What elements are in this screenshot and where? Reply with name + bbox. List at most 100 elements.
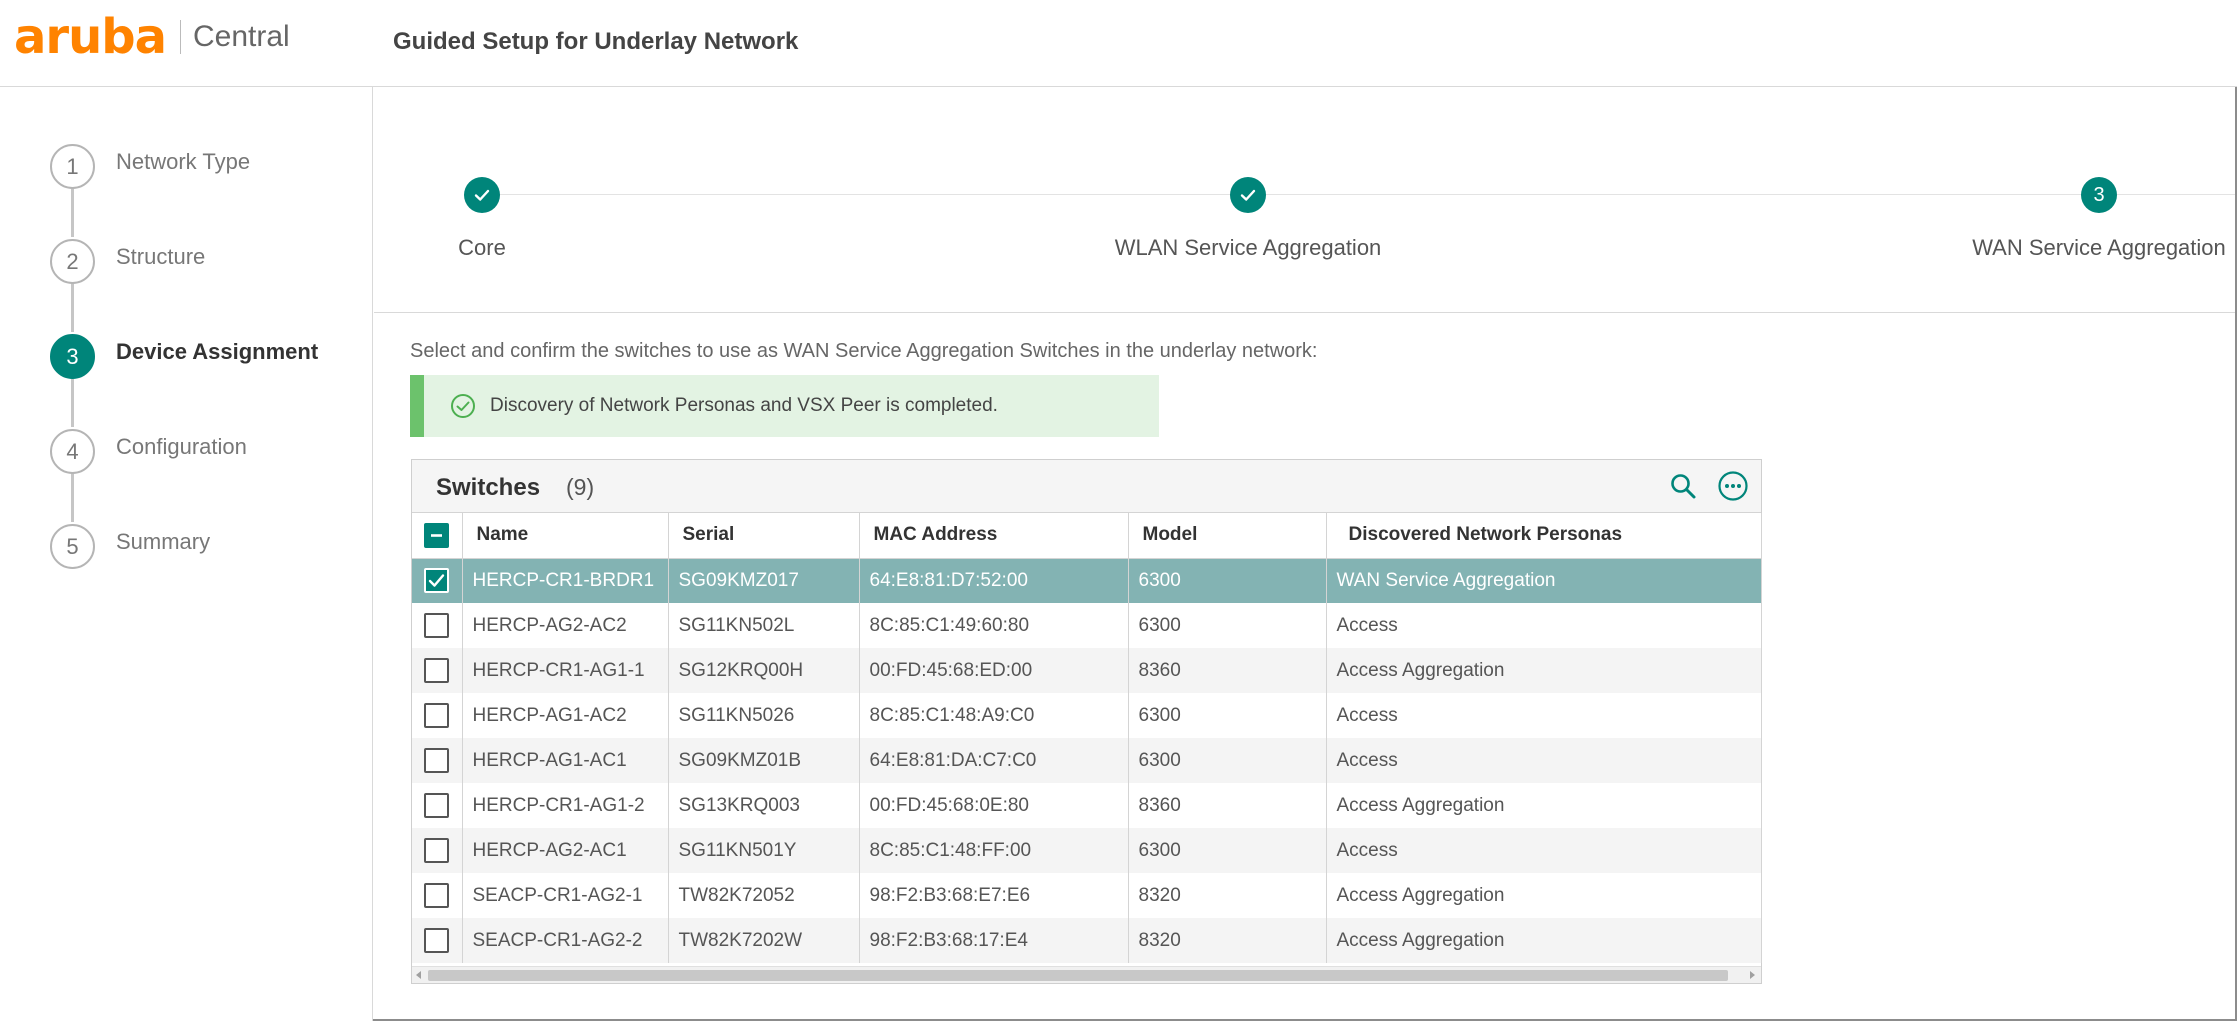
row-select-cell[interactable] bbox=[412, 738, 463, 783]
column-header-name[interactable]: Name bbox=[462, 513, 669, 559]
cell-serial: TW82K7202W bbox=[668, 918, 860, 963]
step-network-type[interactable]: 1 Network Type bbox=[50, 144, 250, 189]
progress-step-number: 3 bbox=[2081, 177, 2117, 213]
cell-serial: SG11KN502L bbox=[668, 603, 860, 648]
scroll-right-icon[interactable] bbox=[1750, 971, 1755, 979]
cell-serial: SG12KRQ00H bbox=[668, 648, 860, 693]
step-label: Structure bbox=[116, 243, 206, 269]
select-all-checkbox[interactable] bbox=[424, 522, 450, 548]
step-number: 5 bbox=[50, 524, 95, 569]
cell-persona: Access Aggregation bbox=[1326, 918, 1762, 963]
progress-label-core: Core bbox=[458, 235, 506, 260]
alert-message: Discovery of Network Personas and VSX Pe… bbox=[490, 395, 998, 416]
progress-line bbox=[484, 194, 2235, 195]
cell-model: 6300 bbox=[1128, 603, 1327, 648]
more-options-icon[interactable] bbox=[1717, 470, 1749, 502]
step-label: Device Assignment bbox=[116, 338, 319, 364]
cell-serial: TW82K72052 bbox=[668, 873, 860, 918]
step-device-assignment[interactable]: 3 Device Assignment bbox=[50, 334, 318, 379]
table-row[interactable]: HERCP-AG2-AC1 SG11KN501Y 8C:85:C1:48:FF:… bbox=[412, 828, 1762, 873]
cell-model: 8320 bbox=[1128, 873, 1327, 918]
switches-table-card: Switches (9) Name Serial MAC Address Mod… bbox=[411, 459, 1762, 984]
row-select-cell[interactable] bbox=[412, 603, 463, 648]
logo-divider bbox=[179, 20, 181, 54]
row-select-cell[interactable] bbox=[412, 783, 463, 828]
scroll-left-icon[interactable] bbox=[416, 971, 421, 979]
cell-persona: Access bbox=[1326, 828, 1762, 873]
cell-serial: SG09KMZ01B bbox=[668, 738, 860, 783]
step-connector bbox=[71, 377, 74, 427]
cell-mac: 00:FD:45:68:0E:80 bbox=[859, 783, 1129, 828]
check-icon bbox=[464, 177, 500, 213]
wizard-sidebar: 1 Network Type 2 Structure 3 Device Assi… bbox=[0, 87, 373, 1021]
cell-persona: Access Aggregation bbox=[1326, 783, 1762, 828]
cell-name: HERCP-CR1-AG1-2 bbox=[462, 783, 669, 828]
select-all-cell[interactable] bbox=[412, 513, 463, 559]
cell-serial: SG11KN5026 bbox=[668, 693, 860, 738]
row-checkbox[interactable] bbox=[424, 568, 450, 594]
cell-name: HERCP-CR1-AG1-1 bbox=[462, 648, 669, 693]
cell-mac: 8C:85:C1:48:FF:00 bbox=[859, 828, 1129, 873]
table-row[interactable]: SEACP-CR1-AG2-2 TW82K7202W 98:F2:B3:68:1… bbox=[412, 918, 1762, 963]
row-select-cell[interactable] bbox=[412, 558, 463, 603]
check-icon bbox=[1230, 177, 1266, 213]
cell-persona: Access Aggregation bbox=[1326, 648, 1762, 693]
table-count: (9) bbox=[566, 474, 595, 500]
step-number: 2 bbox=[50, 239, 95, 284]
progress-label-wlan: WLAN Service Aggregation bbox=[1114, 235, 1382, 260]
scrollbar-thumb[interactable] bbox=[428, 970, 1728, 981]
table-row[interactable]: HERCP-CR1-AG1-2 SG13KRQ003 00:FD:45:68:0… bbox=[412, 783, 1762, 828]
step-configuration[interactable]: 4 Configuration bbox=[50, 429, 247, 474]
cell-serial: SG13KRQ003 bbox=[668, 783, 860, 828]
column-header-serial[interactable]: Serial bbox=[668, 513, 860, 559]
row-select-cell[interactable] bbox=[412, 918, 463, 963]
table-row[interactable]: HERCP-AG1-AC1 SG09KMZ01B 64:E8:81:DA:C7:… bbox=[412, 738, 1762, 783]
step-summary[interactable]: 5 Summary bbox=[50, 524, 210, 569]
cell-model: 6300 bbox=[1128, 738, 1327, 783]
app-header: aruba Central Guided Setup for Underlay … bbox=[0, 0, 2237, 87]
row-select-cell[interactable] bbox=[412, 648, 463, 693]
switches-table: Name Serial MAC Address Model Discovered… bbox=[412, 513, 1762, 963]
table-row[interactable]: SEACP-CR1-AG2-1 TW82K72052 98:F2:B3:68:E… bbox=[412, 873, 1762, 918]
table-header-bar: Switches (9) bbox=[412, 460, 1761, 513]
row-checkbox[interactable] bbox=[424, 748, 450, 773]
page-title: Guided Setup for Underlay Network bbox=[393, 28, 799, 55]
row-checkbox[interactable] bbox=[424, 883, 450, 908]
product-name: Central bbox=[192, 20, 290, 53]
step-connector bbox=[71, 282, 74, 332]
search-icon[interactable] bbox=[1668, 471, 1698, 501]
aruba-logo[interactable]: aruba Central bbox=[14, 12, 290, 62]
cell-persona: WAN Service Aggregation bbox=[1326, 558, 1762, 603]
row-select-cell[interactable] bbox=[412, 873, 463, 918]
cell-serial: SG11KN501Y bbox=[668, 828, 860, 873]
step-connector bbox=[71, 472, 74, 522]
table-row[interactable]: HERCP-AG2-AC2 SG11KN502L 8C:85:C1:49:60:… bbox=[412, 603, 1762, 648]
row-checkbox[interactable] bbox=[424, 613, 450, 638]
row-checkbox[interactable] bbox=[424, 838, 450, 863]
column-header-personas[interactable]: Discovered Network Personas bbox=[1326, 513, 1762, 559]
cell-persona: Access bbox=[1326, 693, 1762, 738]
step-structure[interactable]: 2 Structure bbox=[50, 239, 205, 284]
cell-name: HERCP-AG2-AC1 bbox=[462, 828, 669, 873]
row-select-cell[interactable] bbox=[412, 693, 463, 738]
cell-mac: 00:FD:45:68:ED:00 bbox=[859, 648, 1129, 693]
cell-name: SEACP-CR1-AG2-2 bbox=[462, 918, 669, 963]
column-header-model[interactable]: Model bbox=[1128, 513, 1327, 559]
instruction-text: Select and confirm the switches to use a… bbox=[410, 340, 1318, 362]
row-checkbox[interactable] bbox=[424, 928, 450, 953]
step-number: 4 bbox=[50, 429, 95, 474]
row-checkbox[interactable] bbox=[424, 703, 450, 728]
horizontal-scrollbar[interactable] bbox=[412, 966, 1761, 983]
cell-mac: 8C:85:C1:48:A9:C0 bbox=[859, 693, 1129, 738]
cell-model: 6300 bbox=[1128, 828, 1327, 873]
table-row[interactable]: HERCP-CR1-AG1-1 SG12KRQ00H 00:FD:45:68:E… bbox=[412, 648, 1762, 693]
cell-name: HERCP-AG1-AC2 bbox=[462, 693, 669, 738]
cell-name: HERCP-AG1-AC1 bbox=[462, 738, 669, 783]
column-header-mac[interactable]: MAC Address bbox=[859, 513, 1129, 559]
row-select-cell[interactable] bbox=[412, 828, 463, 873]
row-checkbox[interactable] bbox=[424, 658, 450, 683]
table-row[interactable]: HERCP-CR1-BRDR1 SG09KMZ017 64:E8:81:D7:5… bbox=[412, 558, 1762, 603]
table-row[interactable]: HERCP-AG1-AC2 SG11KN5026 8C:85:C1:48:A9:… bbox=[412, 693, 1762, 738]
row-checkbox[interactable] bbox=[424, 793, 450, 818]
cell-mac: 98:F2:B3:68:17:E4 bbox=[859, 918, 1129, 963]
